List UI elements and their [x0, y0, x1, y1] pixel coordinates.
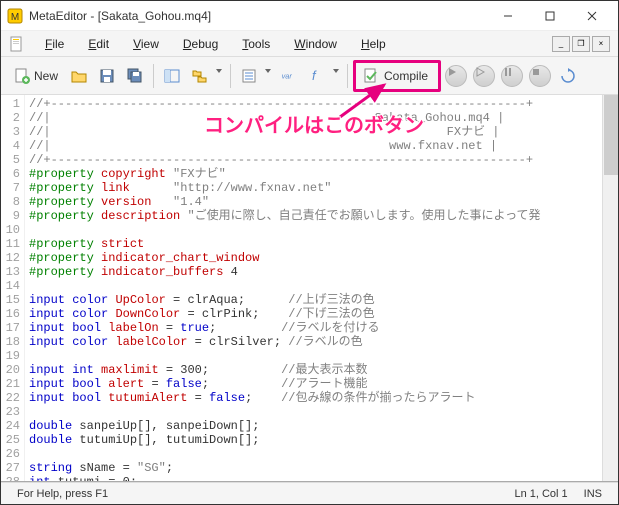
- code-line[interactable]: //| FXナビ |: [29, 125, 602, 139]
- pause-icon: [503, 67, 521, 85]
- code-line[interactable]: string sName = "SG";: [29, 461, 602, 475]
- code-line[interactable]: [29, 447, 602, 461]
- code-line[interactable]: //+-------------------------------------…: [29, 153, 602, 167]
- debug-stop-button[interactable]: [527, 63, 553, 89]
- code-line[interactable]: //| Sakata_Gohou.mq4 |: [29, 111, 602, 125]
- vertical-scrollbar[interactable]: [602, 95, 618, 483]
- var-icon: var: [280, 67, 298, 85]
- code-line[interactable]: #property indicator_buffers 4: [29, 265, 602, 279]
- save-button[interactable]: [94, 63, 120, 89]
- code-line[interactable]: input bool tutumiAlert = false; //包み線の条件…: [29, 391, 602, 405]
- close-button[interactable]: [572, 2, 612, 30]
- code-line[interactable]: [29, 349, 602, 363]
- code-line[interactable]: input color DownColor = clrPink; //下げ三法の…: [29, 307, 602, 321]
- code-line[interactable]: //| www.fxnav.net |: [29, 139, 602, 153]
- navigator-button[interactable]: [159, 63, 185, 89]
- app-icon: M: [7, 8, 23, 24]
- compile-icon: [362, 67, 380, 85]
- code-line[interactable]: [29, 223, 602, 237]
- debug-start-button[interactable]: [443, 63, 469, 89]
- list-dropdown[interactable]: [264, 63, 274, 89]
- folder-tree-icon: [191, 67, 209, 85]
- new-button[interactable]: New: [7, 63, 64, 89]
- save-all-icon: [126, 67, 144, 85]
- status-insert-mode: INS: [576, 488, 610, 500]
- maximize-button[interactable]: [530, 2, 570, 30]
- code-line[interactable]: [29, 405, 602, 419]
- status-help: For Help, press F1: [9, 488, 116, 500]
- function-dropdown[interactable]: [332, 63, 342, 89]
- compile-button[interactable]: Compile: [353, 60, 441, 92]
- new-file-icon: [13, 67, 31, 85]
- open-button[interactable]: [66, 63, 92, 89]
- save-all-button[interactable]: [122, 63, 148, 89]
- layout-icon: [163, 67, 181, 85]
- save-icon: [98, 67, 116, 85]
- menu-tools[interactable]: Tools: [232, 34, 280, 54]
- list-button[interactable]: [236, 63, 262, 89]
- menu-file[interactable]: File: [35, 34, 74, 54]
- code-line[interactable]: #property link "http://www.fxnav.net": [29, 181, 602, 195]
- menu-edit[interactable]: Edit: [78, 34, 119, 54]
- code-line[interactable]: input int maxlimit = 300; //最大表示本数: [29, 363, 602, 377]
- document-icon: [9, 36, 25, 52]
- code-line[interactable]: double tutumiUp[], tutumiDown[];: [29, 433, 602, 447]
- function-button[interactable]: f: [304, 63, 330, 89]
- stop-icon: [531, 67, 549, 85]
- debug-pause-button[interactable]: [499, 63, 525, 89]
- code-line[interactable]: #property indicator_chart_window: [29, 251, 602, 265]
- svg-text:M: M: [11, 12, 19, 23]
- refresh-icon: [559, 67, 577, 85]
- menu-view[interactable]: View: [123, 34, 169, 54]
- window-title: MetaEditor - [Sakata_Gohou.mq4]: [29, 9, 488, 23]
- toolbox-button[interactable]: [187, 63, 213, 89]
- menu-debug[interactable]: Debug: [173, 34, 228, 54]
- var-button[interactable]: var: [276, 63, 302, 89]
- play-outline-icon: [475, 67, 493, 85]
- code-line[interactable]: input bool labelOn = true; //ラベルを付ける: [29, 321, 602, 335]
- code-line[interactable]: input bool alert = false; //アラート機能: [29, 377, 602, 391]
- svg-text:var: var: [282, 71, 293, 80]
- code-line[interactable]: #property version "1.4": [29, 195, 602, 209]
- new-label: New: [34, 69, 58, 83]
- code-line[interactable]: //+-------------------------------------…: [29, 97, 602, 111]
- code-editor[interactable]: //+-------------------------------------…: [25, 95, 602, 483]
- function-icon: f: [308, 67, 326, 85]
- menu-window[interactable]: Window: [284, 34, 347, 54]
- menu-help[interactable]: Help: [351, 34, 396, 54]
- mdi-minimize-button[interactable]: _: [552, 36, 570, 52]
- code-line[interactable]: [29, 279, 602, 293]
- toolbox-dropdown[interactable]: [215, 63, 225, 89]
- code-line[interactable]: #property copyright "FXナビ": [29, 167, 602, 181]
- compile-label: Compile: [384, 69, 428, 83]
- refresh-button[interactable]: [555, 63, 581, 89]
- code-line[interactable]: double sanpeiUp[], sanpeiDown[];: [29, 419, 602, 433]
- list-icon: [240, 67, 258, 85]
- folder-open-icon: [70, 67, 88, 85]
- code-line[interactable]: input color UpColor = clrAqua; //上げ三法の色: [29, 293, 602, 307]
- status-cursor-pos: Ln 1, Col 1: [506, 488, 575, 500]
- mdi-close-button[interactable]: ×: [592, 36, 610, 52]
- minimize-button[interactable]: [488, 2, 528, 30]
- debug-step-button[interactable]: [471, 63, 497, 89]
- line-number-gutter: 1234567891011121314151617181920212223242…: [1, 95, 25, 483]
- play-icon: [447, 67, 465, 85]
- mdi-restore-button[interactable]: ❐: [572, 36, 590, 52]
- svg-text:f: f: [312, 68, 317, 83]
- code-line[interactable]: input color labelColor = clrSilver; //ラベ…: [29, 335, 602, 349]
- code-line[interactable]: #property description "ご使用に際し、自己責任でお願いしま…: [29, 209, 602, 223]
- scroll-thumb[interactable]: [604, 95, 618, 175]
- code-line[interactable]: #property strict: [29, 237, 602, 251]
